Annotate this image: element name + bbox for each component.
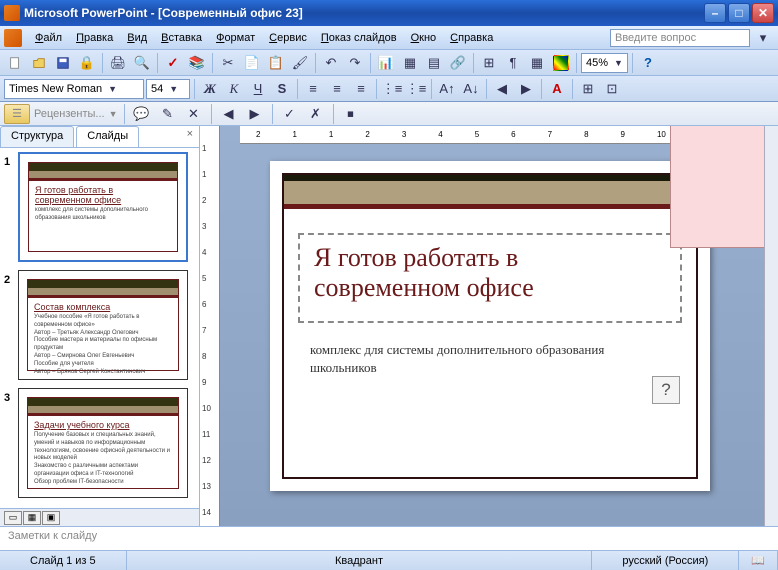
slide-canvas[interactable]: Я готов работать в современном офисе ком… [270, 161, 710, 491]
prev-item-button[interactable]: ◀ [218, 103, 240, 125]
cut-button[interactable]: ✂ [217, 52, 239, 74]
slide-subtitle-placeholder[interactable]: комплекс для системы дополнительного обр… [310, 341, 660, 377]
comment-text[interactable]: Уточнить заголовок слайда [681, 126, 764, 129]
comment-popup[interactable]: Иванов 15.11.2005 Уточнить заголовок сла… [670, 126, 764, 248]
bold-button[interactable]: Ж [199, 78, 221, 100]
slide-title-placeholder[interactable]: Я готов работать в современном офисе [298, 233, 682, 323]
decrease-font-button[interactable]: A↓ [460, 78, 482, 100]
maximize-button[interactable]: □ [728, 3, 750, 23]
slide-thumbnails: 1 Я готов работать в современном офисеко… [0, 148, 199, 508]
ask-dropdown-icon[interactable]: ▾ [752, 27, 774, 49]
font-size-combo[interactable]: 54▼ [146, 79, 190, 99]
paste-button[interactable]: 📋 [265, 52, 287, 74]
app-icon [4, 5, 20, 21]
save-button[interactable] [52, 52, 74, 74]
increase-font-button[interactable]: A↑ [436, 78, 458, 100]
thumb-number: 2 [4, 270, 18, 380]
menu-вид[interactable]: Вид [120, 29, 154, 47]
slide-thumbnail[interactable]: Состав комплексаУчебное пособие «Я готов… [18, 270, 188, 380]
thumb-number: 3 [4, 388, 18, 498]
menu-формат[interactable]: Формат [209, 29, 262, 47]
formatting-toolbar: Times New Roman▼ 54▼ Ж К Ч S ≡ ≡ ≡ ⋮≡ ⋮≡… [0, 76, 778, 102]
permission-button[interactable]: 🔒 [76, 52, 98, 74]
align-center-button[interactable]: ≡ [326, 78, 348, 100]
insert-table-button[interactable]: ▦ [399, 52, 421, 74]
menu-показ слайдов[interactable]: Показ слайдов [314, 29, 404, 47]
align-right-button[interactable]: ≡ [350, 78, 372, 100]
vertical-scrollbar[interactable] [764, 126, 778, 526]
edit-comment-button[interactable]: ✎ [157, 103, 179, 125]
menu-вставка[interactable]: Вставка [154, 29, 209, 47]
status-language[interactable]: русский (Россия) [592, 551, 739, 570]
print-preview-button[interactable]: 🔍 [131, 52, 153, 74]
tables-borders-button[interactable]: ▤ [423, 52, 445, 74]
slide-thumbnail[interactable]: Я готов работать в современном офисекомп… [18, 152, 188, 262]
undo-button[interactable]: ↶ [320, 52, 342, 74]
color-button[interactable] [553, 55, 569, 71]
redo-button[interactable]: ↷ [344, 52, 366, 74]
menu-файл[interactable]: Файл [28, 29, 69, 47]
copy-button[interactable]: 📄 [241, 52, 263, 74]
format-painter-button[interactable]: 🖌 [289, 52, 311, 74]
ask-question-input[interactable]: Введите вопрос [610, 29, 750, 47]
status-bar: Слайд 1 из 5 Квадрант русский (Россия) 📖 [0, 550, 778, 570]
menu-справка[interactable]: Справка [443, 29, 500, 47]
close-button[interactable]: ✕ [752, 3, 774, 23]
new-button[interactable] [4, 52, 26, 74]
next-item-button[interactable]: ▶ [244, 103, 266, 125]
window-title: Microsoft PowerPoint - [Современный офис… [24, 6, 704, 20]
normal-view-button[interactable]: ▭ [4, 511, 22, 525]
minimize-button[interactable]: – [704, 3, 726, 23]
decrease-indent-button[interactable]: ◀ [491, 78, 513, 100]
thumb-number: 1 [4, 152, 18, 262]
tab-slides[interactable]: Слайды [76, 126, 139, 147]
notes-pane[interactable]: Заметки к слайду [0, 526, 778, 550]
bullets-button[interactable]: ⋮≡ [405, 78, 427, 100]
slideshow-view-button[interactable]: ▣ [42, 511, 60, 525]
align-left-button[interactable]: ≡ [302, 78, 324, 100]
new-slide-button[interactable]: ⊡ [601, 78, 623, 100]
zoom-combo[interactable]: 45%▼ [581, 53, 628, 73]
show-markup-button[interactable]: ☰ [4, 104, 30, 124]
expand-all-button[interactable]: ⊞ [478, 52, 500, 74]
numbering-button[interactable]: ⋮≡ [381, 78, 403, 100]
slide-thumbnail[interactable]: Задачи учебного курсаПолучение базовых и… [18, 388, 188, 498]
tab-structure[interactable]: Структура [0, 126, 74, 147]
underline-button[interactable]: Ч [247, 78, 269, 100]
sorter-view-button[interactable]: ▦ [23, 511, 41, 525]
increase-indent-button[interactable]: ▶ [515, 78, 537, 100]
menu-правка[interactable]: Правка [69, 29, 120, 47]
font-name-combo[interactable]: Times New Roman▼ [4, 79, 144, 99]
help-marker-icon[interactable]: ? [652, 376, 680, 404]
italic-button[interactable]: К [223, 78, 245, 100]
spelling-button[interactable]: ✓ [162, 52, 184, 74]
insert-chart-button[interactable]: 📊 [375, 52, 397, 74]
end-review-button[interactable]: ⏹ [340, 103, 362, 125]
delete-comment-button[interactable]: ✕ [183, 103, 205, 125]
open-button[interactable] [28, 52, 50, 74]
apply-button[interactable]: ✓ [279, 103, 301, 125]
design-button[interactable]: ⊞ [577, 78, 599, 100]
app-menu-icon[interactable] [4, 29, 22, 47]
status-layout: Квадрант [127, 551, 593, 570]
print-button[interactable]: 🖨 [107, 52, 129, 74]
research-button[interactable]: 📚 [186, 52, 208, 74]
show-grid-button[interactable]: ▦ [526, 52, 548, 74]
unapply-button[interactable]: ✗ [305, 103, 327, 125]
shadow-button[interactable]: S [271, 78, 293, 100]
show-formatting-button[interactable]: ¶ [502, 52, 524, 74]
insert-hyperlink-button[interactable]: 🔗 [447, 52, 469, 74]
status-slide-number: Слайд 1 из 5 [0, 551, 127, 570]
standard-toolbar: 🔒 🖨 🔍 ✓ 📚 ✂ 📄 📋 🖌 ↶ ↷ 📊 ▦ ▤ 🔗 ⊞ ¶ ▦ 45%▼… [0, 50, 778, 76]
new-comment-button[interactable]: 💬 [131, 103, 153, 125]
font-color-button[interactable]: A [546, 78, 568, 100]
status-spell-icon[interactable]: 📖 [739, 551, 778, 570]
reviewing-toolbar: ☰ Рецензенты... ▼ 💬 ✎ ✕ ◀ ▶ ✓ ✗ ⏹ [0, 102, 778, 126]
reviewers-label[interactable]: Рецензенты... [34, 108, 105, 120]
close-pane-button[interactable]: × [181, 126, 199, 147]
menu-сервис[interactable]: Сервис [262, 29, 314, 47]
vertical-ruler: 11234567891011121314 [200, 126, 220, 526]
menu-окно[interactable]: Окно [404, 29, 444, 47]
help-button[interactable]: ? [637, 52, 659, 74]
